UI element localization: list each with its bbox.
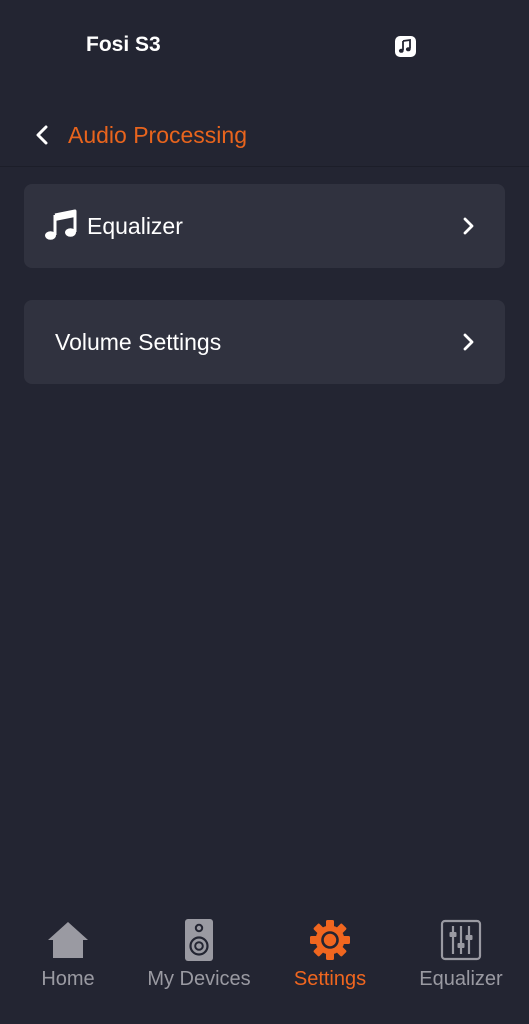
equalizer-sliders-icon <box>440 919 482 961</box>
chevron-right-icon <box>463 333 474 351</box>
equalizer-label: Equalizer <box>87 213 183 239</box>
chevron-left-icon[interactable] <box>30 120 56 150</box>
header: Audio Processing <box>0 108 529 167</box>
chevron-right-icon <box>463 217 474 235</box>
gear-icon <box>310 920 350 960</box>
tab-my-devices[interactable]: My Devices <box>133 918 265 1008</box>
device-name: Fosi S3 <box>86 33 161 56</box>
tab-settings[interactable]: Settings <box>264 918 396 1008</box>
equalizer-menu-item[interactable]: Equalizer <box>24 184 505 268</box>
speaker-icon <box>185 919 213 961</box>
page-title: Audio Processing <box>68 122 247 148</box>
home-icon <box>48 922 88 958</box>
tab-home-label: Home <box>41 968 95 990</box>
tab-equalizer-label: Equalizer <box>419 968 503 990</box>
volume-settings-label: Volume Settings <box>55 329 222 355</box>
volume-settings-menu-item[interactable]: Volume Settings <box>24 300 505 384</box>
music-note-icon <box>395 36 416 57</box>
tab-settings-label: Settings <box>293 968 367 990</box>
status-bar: Fosi S3 <box>0 0 529 90</box>
bottom-tab-bar: Home My Devices Settings Equalizer <box>0 900 529 1024</box>
tab-home[interactable]: Home <box>2 918 134 1008</box>
tab-my-devices-label: My Devices <box>147 968 251 990</box>
music-note-icon <box>45 209 77 240</box>
tab-equalizer[interactable]: Equalizer <box>395 918 527 1008</box>
